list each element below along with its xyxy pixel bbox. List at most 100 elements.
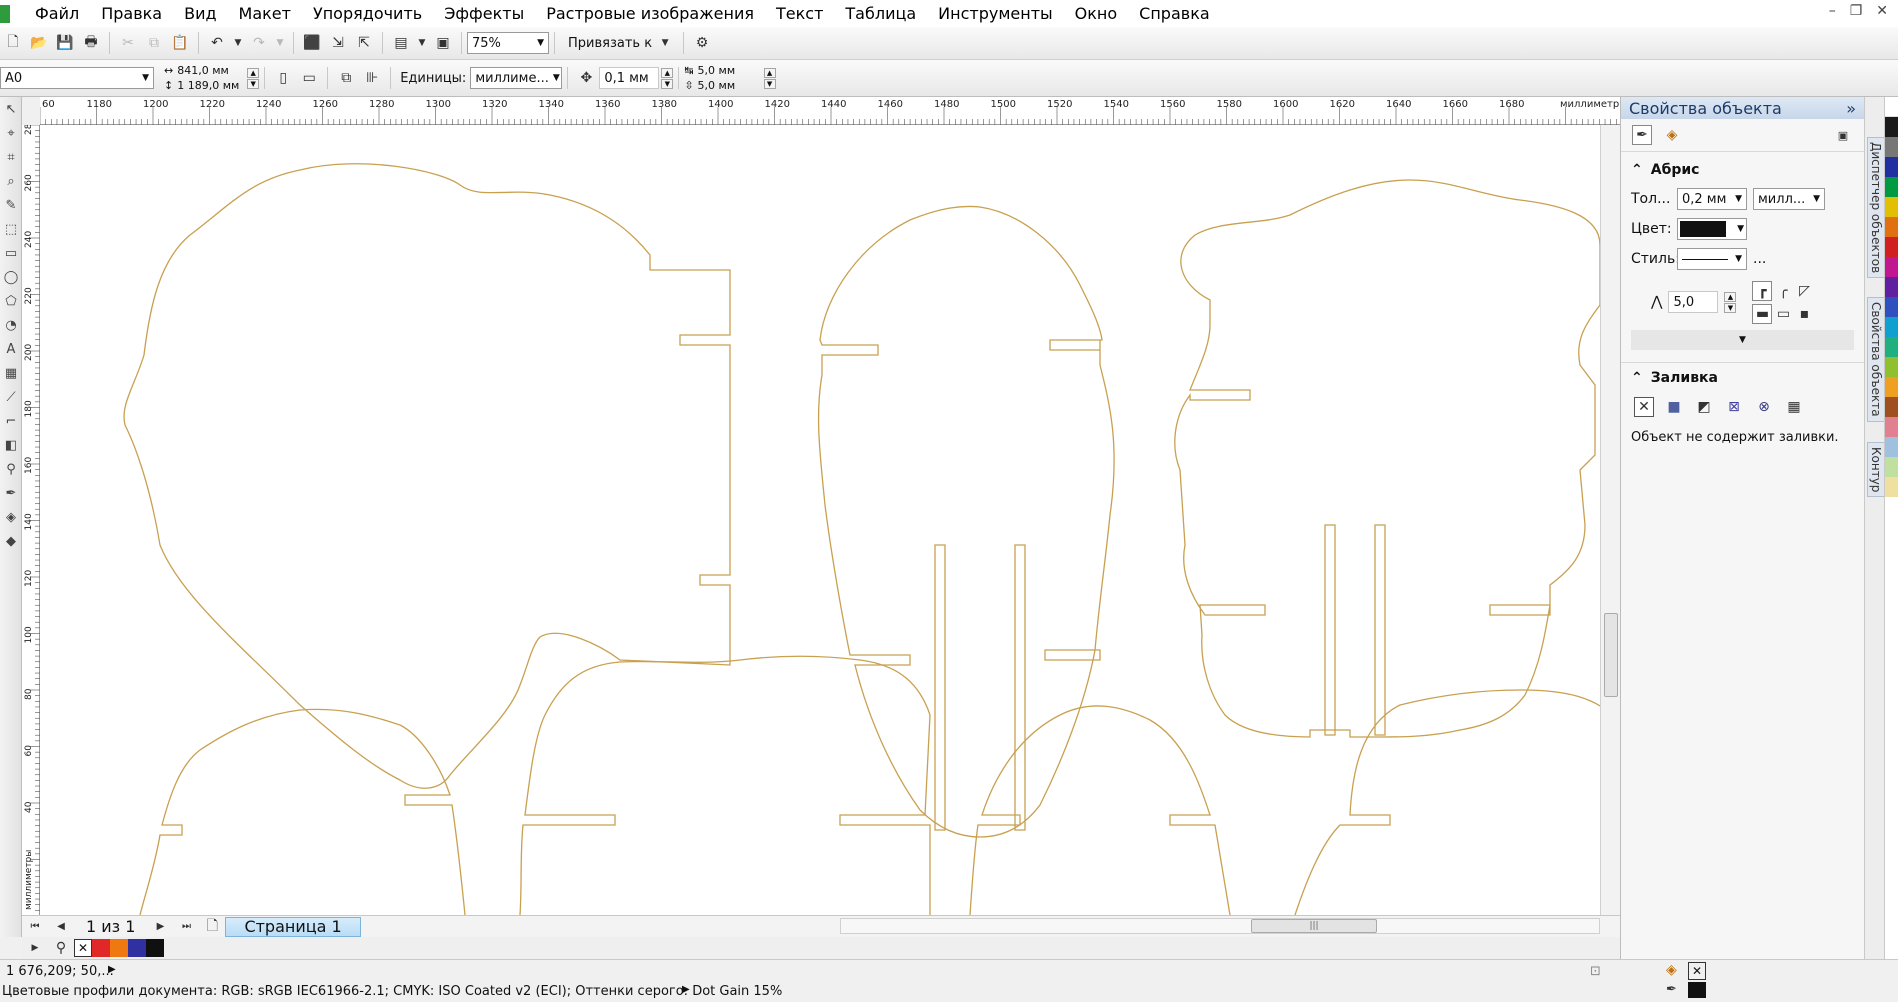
palette-swatch-light-blue[interactable] bbox=[1885, 437, 1898, 457]
page-height-field[interactable]: 1 189,0 мм bbox=[177, 79, 247, 92]
outline-style-more-button[interactable]: ... bbox=[1753, 251, 1766, 267]
outline-color-picker[interactable]: ▼ bbox=[1677, 218, 1747, 240]
square-cap-icon[interactable]: ▪ bbox=[1794, 304, 1814, 324]
crop-tool-icon[interactable]: ⌗ bbox=[2, 147, 20, 169]
copy-icon[interactable]: ⧉ bbox=[144, 33, 164, 53]
redo-icon[interactable]: ↷ bbox=[249, 33, 269, 53]
add-page-icon[interactable]: 🗋 bbox=[202, 917, 222, 937]
outline-units-combo[interactable]: милл... ▼ bbox=[1753, 188, 1825, 210]
menu-table[interactable]: Таблица bbox=[834, 4, 927, 23]
palette-swatch-blue[interactable] bbox=[1885, 157, 1898, 177]
eyedropper-icon[interactable]: ⚲ bbox=[51, 938, 71, 958]
profiles-arrow-icon[interactable]: ▶ bbox=[682, 984, 690, 995]
open-icon[interactable]: 📂 bbox=[29, 33, 49, 53]
horizontal-scrollbar[interactable]: ||| bbox=[840, 918, 1600, 934]
butt-cap-icon[interactable]: ▬ bbox=[1752, 303, 1773, 324]
menu-layout[interactable]: Макет bbox=[228, 4, 302, 23]
menu-window[interactable]: Окно bbox=[1064, 4, 1129, 23]
palette-swatch-gray[interactable] bbox=[1885, 137, 1898, 157]
outline-style-combo[interactable]: ▼ bbox=[1677, 248, 1747, 270]
horizontal-scroll-thumb[interactable]: ||| bbox=[1251, 919, 1377, 933]
import-icon[interactable]: ⇲ bbox=[328, 33, 348, 53]
nudge-field[interactable]: 0,1 мм bbox=[599, 67, 660, 89]
palette-arrow-icon[interactable]: ▶ bbox=[25, 938, 45, 958]
outline-expand-button[interactable]: ▼ bbox=[1631, 330, 1854, 350]
nudge-spinner[interactable]: ▲ ▼ bbox=[661, 67, 674, 89]
menu-file[interactable]: Файл bbox=[24, 4, 90, 23]
redo-dropdown-icon[interactable]: ▼ bbox=[275, 33, 285, 53]
first-page-icon[interactable]: ⏮ bbox=[25, 917, 45, 937]
no-fill-icon[interactable]: ✕ bbox=[1634, 397, 1654, 417]
pick-tool-icon[interactable]: ↖ bbox=[2, 99, 20, 121]
miter-corner-icon[interactable]: ┏ bbox=[1752, 280, 1773, 301]
palette-swatch-yellow[interactable] bbox=[1885, 197, 1898, 217]
postscript-fill-icon[interactable]: ▦ bbox=[1784, 397, 1804, 417]
tab-object-manager[interactable]: Диспетчер объектов bbox=[1867, 137, 1885, 279]
palette-swatch-orange[interactable] bbox=[1885, 217, 1898, 237]
last-page-icon[interactable]: ⏭ bbox=[176, 917, 196, 937]
miter-limit-field[interactable]: 5,0 bbox=[1668, 291, 1719, 313]
texture-fill-icon[interactable]: ⊗ bbox=[1754, 397, 1774, 417]
close-icon[interactable]: ✕ bbox=[1876, 3, 1888, 19]
vertical-scroll-thumb[interactable] bbox=[1604, 613, 1618, 697]
palette-swatch-light-green[interactable] bbox=[1885, 457, 1898, 477]
doc-info-icon[interactable]: ⊡ bbox=[1590, 964, 1601, 979]
all-pages-icon[interactable]: ⧉ bbox=[336, 68, 356, 88]
fill-properties-tab-icon[interactable]: ◈ bbox=[1662, 125, 1682, 145]
outline-color-indicator[interactable] bbox=[1688, 982, 1706, 998]
fill-tool-icon[interactable]: ◈ bbox=[2, 507, 20, 529]
palette-swatch-amber[interactable] bbox=[1885, 377, 1898, 397]
menu-help[interactable]: Справка bbox=[1128, 4, 1221, 23]
pattern-fill-icon[interactable]: ⊠ bbox=[1724, 397, 1744, 417]
palette-swatch-purple[interactable] bbox=[1885, 277, 1898, 297]
menu-tools[interactable]: Инструменты bbox=[927, 4, 1064, 23]
connector-tool-icon[interactable]: ⌐ bbox=[2, 411, 20, 433]
swatch-red[interactable] bbox=[92, 939, 110, 957]
basic-shapes-tool-icon[interactable]: ◔ bbox=[2, 315, 20, 337]
outline-tool-icon[interactable]: ✒ bbox=[2, 483, 20, 505]
restore-icon[interactable]: ❐ bbox=[1850, 3, 1863, 19]
palette-swatch-magenta[interactable] bbox=[1885, 257, 1898, 277]
dup-x-field[interactable]: 5,0 мм bbox=[698, 64, 764, 77]
prev-page-icon[interactable]: ◀ bbox=[51, 917, 71, 937]
horizontal-ruler[interactable]: 60 1180 1200 1220 1240 1260 1280 1300 1320 1340 13… bbox=[39, 97, 1627, 125]
interactive-fill-tool-icon[interactable]: ◆ bbox=[2, 531, 20, 553]
snap-to-button[interactable]: Привязать к bbox=[568, 36, 652, 51]
tab-object-properties[interactable]: Свойства объекта bbox=[1867, 297, 1885, 422]
palette-swatch-royal-blue[interactable] bbox=[1885, 297, 1898, 317]
welcome-screen-icon[interactable]: ▣ bbox=[433, 33, 453, 53]
fill-section-header[interactable]: ⌃ Заливка bbox=[1621, 362, 1864, 392]
print-icon[interactable]: 🖶 bbox=[81, 33, 101, 53]
zoom-combo[interactable]: 75% ▼ bbox=[467, 32, 549, 54]
text-tool-icon[interactable]: A bbox=[2, 339, 20, 361]
palette-swatch-teal[interactable] bbox=[1885, 337, 1898, 357]
docker-collapse-icon[interactable]: » bbox=[1846, 99, 1856, 118]
docker-pin-icon[interactable]: ▣ bbox=[1833, 125, 1853, 145]
palette-swatch-black[interactable] bbox=[1885, 117, 1898, 137]
swatch-orange[interactable] bbox=[110, 939, 128, 957]
menu-effects[interactable]: Эффекты bbox=[433, 4, 535, 23]
portrait-icon[interactable]: ▯ bbox=[273, 68, 293, 88]
round-cap-icon[interactable]: ▭ bbox=[1773, 304, 1793, 324]
drawing-canvas[interactable] bbox=[40, 125, 1600, 915]
uniform-fill-icon[interactable]: ■ bbox=[1664, 397, 1684, 417]
ellipse-tool-icon[interactable]: ◯ bbox=[2, 267, 20, 289]
menu-arrange[interactable]: Упорядочить bbox=[302, 4, 433, 23]
menu-bitmaps[interactable]: Растровые изображения bbox=[535, 4, 765, 23]
palette-swatch-lime[interactable] bbox=[1885, 357, 1898, 377]
next-page-icon[interactable]: ▶ bbox=[150, 917, 170, 937]
freehand-tool-icon[interactable]: ✎ bbox=[2, 195, 20, 217]
palette-swatch-cyan[interactable] bbox=[1885, 317, 1898, 337]
menu-edit[interactable]: Правка bbox=[90, 4, 173, 23]
export-icon[interactable]: ⇱ bbox=[354, 33, 374, 53]
application-launcher-icon[interactable]: ▤ bbox=[391, 33, 411, 53]
palette-swatch-cream[interactable] bbox=[1885, 477, 1898, 497]
save-icon[interactable]: 💾 bbox=[55, 33, 75, 53]
paste-icon[interactable]: 📋 bbox=[170, 33, 190, 53]
fountain-fill-icon[interactable]: ◩ bbox=[1694, 397, 1714, 417]
outline-properties-tab-icon[interactable]: ✒ bbox=[1632, 125, 1652, 145]
dimensions-spinner[interactable]: ▲ ▼ bbox=[247, 67, 260, 89]
tab-contour[interactable]: Контур bbox=[1867, 442, 1885, 498]
palette-swatch-green[interactable] bbox=[1885, 177, 1898, 197]
smart-fill-tool-icon[interactable]: ⬚ bbox=[2, 219, 20, 241]
